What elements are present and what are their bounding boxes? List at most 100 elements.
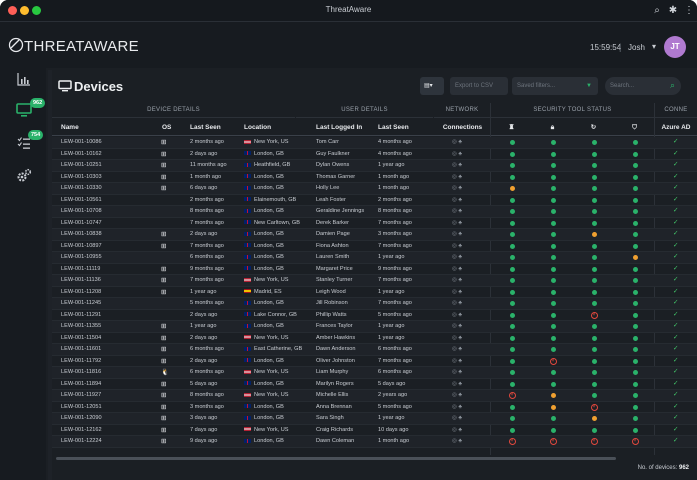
table-row[interactable]: LEW-001-10747 7 months ago New Carltown, G… xyxy=(52,218,697,230)
network-connections[interactable]: ◎ ♣ xyxy=(452,264,482,276)
user-name[interactable]: Leah Foster xyxy=(316,195,374,207)
device-name[interactable]: LEW-001-10747 xyxy=(61,218,153,230)
status-ok-dot[interactable] xyxy=(632,393,638,398)
status-warning-dot[interactable] xyxy=(509,186,515,191)
network-connections[interactable]: ◎ ♣ xyxy=(452,356,482,368)
table-row[interactable]: LEW-001-10251 ⊞ 11 months ago Heathfield, G… xyxy=(52,160,697,172)
col-user-last-seen[interactable]: Last Seen xyxy=(374,119,434,136)
table-row[interactable]: LEW-001-12090 ⊞ 3 days ago London, GB Sara S… xyxy=(52,413,697,425)
status-warning-dot[interactable] xyxy=(550,404,556,410)
status-ok-dot[interactable] xyxy=(632,312,638,318)
device-name[interactable]: LEW-001-12224 xyxy=(61,436,153,448)
status-ok-dot[interactable] xyxy=(591,209,597,214)
status-ok-dot[interactable] xyxy=(591,174,597,180)
status-ok-dot[interactable] xyxy=(591,278,597,283)
status-ok-dot[interactable] xyxy=(591,370,597,375)
device-name[interactable]: LEW-001-11927 xyxy=(61,390,153,402)
extensions-icon[interactable]: ✱ xyxy=(666,4,680,18)
table-row[interactable]: LEW-001-12051 ⊞ 3 months ago London, GB Anna… xyxy=(52,402,697,414)
status-ok-dot[interactable] xyxy=(632,335,638,341)
status-ok-dot[interactable] xyxy=(509,370,515,375)
user-name[interactable]: Dylan Owens xyxy=(316,160,374,172)
status-ok-dot[interactable] xyxy=(591,393,597,398)
device-name[interactable]: LEW-001-11894 xyxy=(61,379,153,391)
status-ok-dot[interactable] xyxy=(550,370,556,375)
network-connections[interactable]: ◎ ♣ xyxy=(452,321,482,333)
col-connections[interactable]: Connections xyxy=(434,119,491,136)
status-ok-dot[interactable] xyxy=(591,151,597,157)
network-connections[interactable]: ◎ ♣ xyxy=(452,425,482,437)
status-ok-dot[interactable] xyxy=(632,347,638,352)
status-ok-dot[interactable] xyxy=(591,163,597,168)
status-ok-dot[interactable] xyxy=(632,232,638,237)
status-ok-dot[interactable] xyxy=(509,140,515,145)
status-ok-dot[interactable] xyxy=(591,301,597,306)
status-warning-dot[interactable] xyxy=(591,416,597,421)
col-antivirus[interactable]: ♜ xyxy=(491,119,532,136)
table-row[interactable]: LEW-001-10086 ⊞ 2 months ago New York, US To… xyxy=(52,137,697,149)
table-row[interactable]: LEW-001-11119 ⊞ 9 months ago London, GB Marg… xyxy=(52,264,697,276)
network-connections[interactable]: ◎ ♣ xyxy=(452,218,482,230)
status-ok-dot[interactable] xyxy=(509,163,515,168)
user-name[interactable]: Oliver Johnston xyxy=(316,356,374,368)
user-name[interactable]: Margaret Price xyxy=(316,264,374,276)
network-connections[interactable]: ◎ ♣ xyxy=(452,172,482,184)
status-warning-dot[interactable] xyxy=(632,255,638,260)
status-ok-dot[interactable] xyxy=(550,416,556,421)
status-error-icon[interactable]: × xyxy=(508,438,516,445)
network-connections[interactable]: ◎ ♣ xyxy=(452,241,482,253)
user-name[interactable]: Phillip Watts xyxy=(316,310,374,322)
network-connections[interactable]: ◎ ♣ xyxy=(452,344,482,356)
status-ok-dot[interactable] xyxy=(509,174,515,180)
device-name[interactable]: LEW-001-11119 xyxy=(61,264,153,276)
status-ok-dot[interactable] xyxy=(509,381,515,387)
network-connections[interactable]: ◎ ♣ xyxy=(452,379,482,391)
status-ok-dot[interactable] xyxy=(550,278,556,283)
status-ok-dot[interactable] xyxy=(632,289,638,295)
device-name[interactable]: LEW-001-10838 xyxy=(61,229,153,241)
status-ok-dot[interactable] xyxy=(591,266,597,272)
status-ok-dot[interactable] xyxy=(632,197,638,203)
maximize-window-button[interactable] xyxy=(32,6,41,15)
network-connections[interactable]: ◎ ♣ xyxy=(452,252,482,264)
chevron-down-icon[interactable]: ▾ xyxy=(652,42,656,51)
network-connections[interactable]: ◎ ♣ xyxy=(452,298,482,310)
network-connections[interactable]: ◎ ♣ xyxy=(452,287,482,299)
user-name[interactable]: Craig Richards xyxy=(316,425,374,437)
status-ok-dot[interactable] xyxy=(550,255,556,260)
device-name[interactable]: LEW-001-10086 xyxy=(61,137,153,149)
status-ok-dot[interactable] xyxy=(509,347,515,352)
minimize-window-button[interactable] xyxy=(20,6,29,15)
network-connections[interactable]: ◎ ♣ xyxy=(452,149,482,161)
device-name[interactable]: LEW-001-11504 xyxy=(61,333,153,345)
status-ok-dot[interactable] xyxy=(591,347,597,352)
status-ok-dot[interactable] xyxy=(591,186,597,191)
device-name[interactable]: LEW-001-11136 xyxy=(61,275,153,287)
status-ok-dot[interactable] xyxy=(591,335,597,341)
device-name[interactable]: LEW-001-11291 xyxy=(61,310,153,322)
network-connections[interactable]: ◎ ♣ xyxy=(452,229,482,241)
status-ok-dot[interactable] xyxy=(509,209,515,214)
status-ok-dot[interactable] xyxy=(632,324,638,329)
status-ok-dot[interactable] xyxy=(632,301,638,306)
bar-chart-icon[interactable] xyxy=(17,72,31,86)
status-ok-dot[interactable] xyxy=(632,174,638,180)
network-connections[interactable]: ◎ ♣ xyxy=(452,183,482,195)
table-row[interactable]: LEW-001-10838 ⊞ 2 days ago London, GB Damien… xyxy=(52,229,697,241)
status-ok-dot[interactable] xyxy=(632,209,638,214)
status-ok-dot[interactable] xyxy=(509,335,515,341)
user-name[interactable]: Holly Lee xyxy=(316,183,374,195)
user-name[interactable]: Michelle Ellis xyxy=(316,390,374,402)
status-ok-dot[interactable] xyxy=(509,404,515,410)
search-input[interactable]: Search... ⌕ xyxy=(605,77,681,95)
status-error-icon[interactable]: × xyxy=(590,311,598,319)
user-name[interactable]: Dawn Anderson xyxy=(316,344,374,356)
device-name[interactable]: LEW-001-10955 xyxy=(61,252,153,264)
device-name[interactable]: LEW-001-12051 xyxy=(61,402,153,414)
table-row[interactable]: LEW-001-11245 5 months ago London, GB Jill … xyxy=(52,298,697,310)
status-error-icon[interactable]: × xyxy=(590,403,598,411)
network-connections[interactable]: ◎ ♣ xyxy=(452,310,482,322)
table-row[interactable]: LEW-001-12162 ⊞ 7 days ago New York, US Crai… xyxy=(52,425,697,437)
network-connections[interactable]: ◎ ♣ xyxy=(452,333,482,345)
status-ok-dot[interactable] xyxy=(550,209,556,214)
